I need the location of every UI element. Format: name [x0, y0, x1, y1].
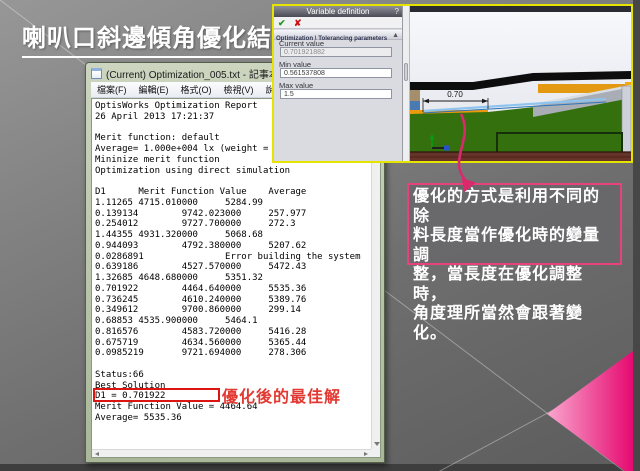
splitter-handle[interactable]: [404, 63, 408, 81]
resize-grip[interactable]: [371, 449, 380, 457]
menu-format[interactable]: 格式(O): [175, 83, 218, 96]
ok-check-icon[interactable]: ✔: [278, 18, 286, 29]
screenshot-capture-box: Variable definition ? ✔ ✘ Optimization \…: [272, 4, 633, 163]
menu-edit[interactable]: 編輯(E): [133, 83, 175, 96]
help-icon[interactable]: ?: [395, 6, 399, 17]
scroll-left-icon[interactable]: [95, 452, 99, 456]
blue-part: [410, 101, 420, 110]
menu-view[interactable]: 檢視(V): [218, 83, 260, 96]
min-value-field[interactable]: 0.561537808: [280, 68, 392, 78]
notepad-icon: [91, 68, 102, 79]
scroll-down-icon[interactable]: [374, 442, 380, 446]
notepad-window-title: (Current) Optimization_005.txt - 記事本: [106, 66, 279, 81]
tan-part: [410, 90, 420, 101]
dialog-title: Variable definition: [274, 6, 402, 17]
cad-viewport[interactable]: 0.70: [410, 12, 631, 161]
max-value-field[interactable]: 1.5: [280, 89, 392, 99]
description-box: 優化的方式是利用不同的除 料長度當作優化時的變量調 整，當長度在優化調整時， 角…: [407, 183, 622, 265]
best-solution-highlight-box: [93, 388, 220, 402]
menu-file[interactable]: 檔案(F): [91, 83, 133, 96]
cancel-x-icon[interactable]: ✘: [294, 18, 302, 29]
dialog-toolbar: ✔ ✘: [274, 17, 402, 29]
collapse-chevron-icon[interactable]: ▲: [392, 32, 399, 39]
variable-definition-panel: Variable definition ? ✔ ✘ Optimization \…: [274, 6, 403, 161]
page-title: 喇叭口斜邊傾角優化結果: [22, 18, 297, 58]
current-value-field[interactable]: 0.701921882: [280, 47, 392, 57]
dimension-value-label: 0.70: [447, 90, 463, 99]
best-solution-annotation: 優化後的最佳解: [222, 383, 341, 407]
presentation-slide: 喇叭口斜邊傾角優化結果 (Current) Optimization_005.t…: [0, 0, 640, 471]
panel-splitter[interactable]: [403, 6, 410, 161]
scroll-right-icon[interactable]: [364, 452, 368, 456]
horizontal-scrollbar[interactable]: [92, 449, 371, 457]
right-column: [622, 86, 631, 152]
